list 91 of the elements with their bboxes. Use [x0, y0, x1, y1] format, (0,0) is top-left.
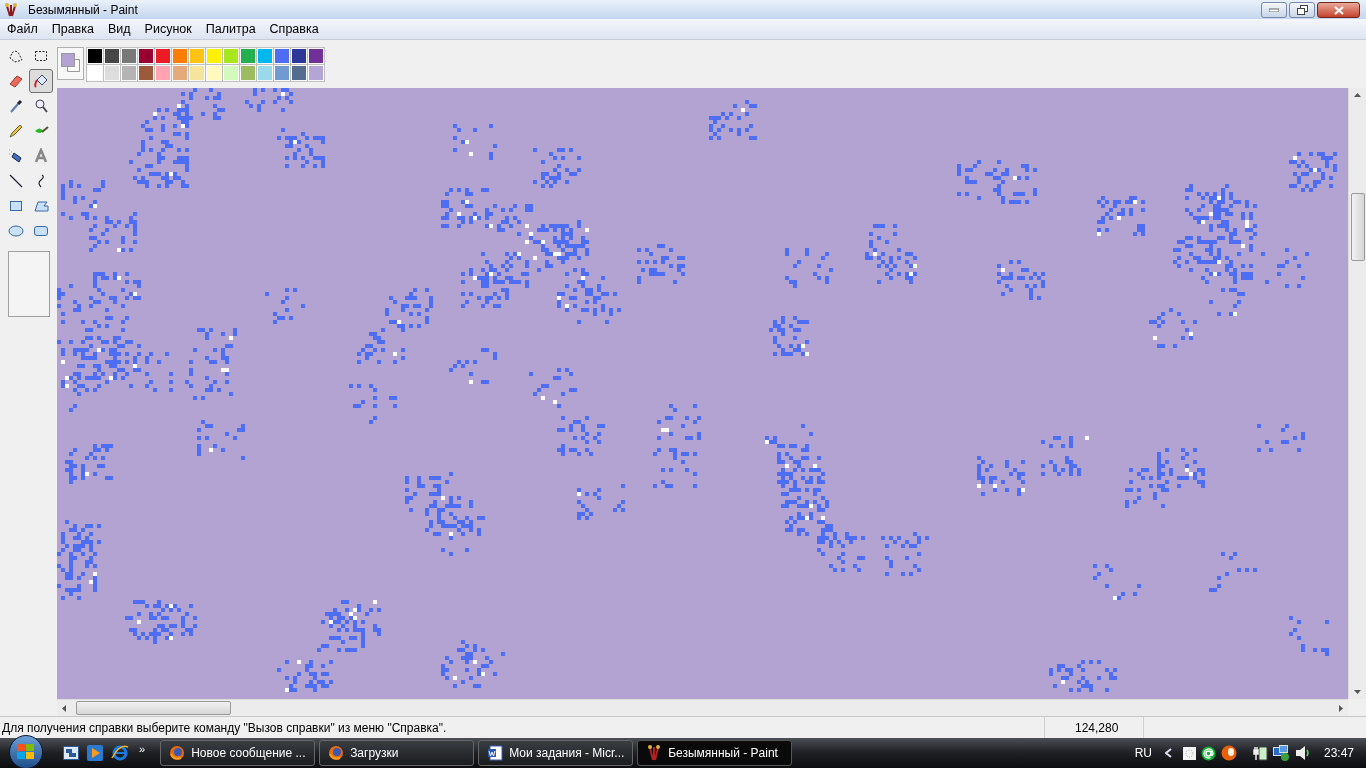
menu-item[interactable]: Файл	[0, 19, 45, 39]
paint-bucket-icon	[33, 73, 49, 89]
cursor-coordinates: 124,280	[1075, 719, 1119, 737]
pencil-icon	[7, 123, 24, 139]
taskbar-button[interactable]: Новое сообщение ...	[160, 740, 316, 766]
color-swatch[interactable]	[155, 65, 171, 81]
clock[interactable]: 23:47	[1323, 744, 1354, 762]
menu-item[interactable]: Палитра	[198, 19, 263, 39]
eraser-icon	[7, 73, 24, 89]
speaker-icon[interactable]	[1294, 745, 1311, 761]
at-sign-icon[interactable]	[1200, 745, 1216, 761]
eyedropper-icon	[7, 98, 24, 114]
media-player-icon[interactable]	[87, 745, 103, 761]
color-swatch[interactable]	[138, 48, 154, 64]
rectangle-icon	[7, 198, 24, 214]
internet-explorer-icon[interactable]	[111, 745, 129, 761]
taskbar-button[interactable]: Безымянный - Paint	[637, 740, 793, 766]
taskbar-button[interactable]: Мои задания - Micr...	[478, 740, 634, 766]
firefox-icon	[169, 745, 186, 761]
ellipse-icon	[7, 223, 24, 239]
scroll-right-icon[interactable]	[1339, 704, 1343, 712]
color-swatch[interactable]	[308, 65, 324, 81]
tray-app-icon[interactable]	[1182, 746, 1196, 760]
scrollbar-thumb[interactable]	[1350, 193, 1365, 261]
letter-a-icon	[33, 148, 49, 164]
menu-item[interactable]: Рисунок	[137, 19, 199, 39]
color-swatch[interactable]	[172, 48, 188, 64]
line-icon	[7, 173, 24, 189]
color-swatch[interactable]	[240, 48, 256, 64]
color-swatch[interactable]	[172, 65, 188, 81]
ball-icon[interactable]	[1220, 745, 1237, 761]
show-desktop-icon[interactable]	[63, 746, 79, 760]
tool-button[interactable]	[29, 69, 53, 93]
magnifier-icon	[33, 98, 49, 114]
taskbar-button[interactable]: Загрузки	[319, 740, 475, 766]
free-select-icon	[7, 48, 24, 64]
firefox-icon	[328, 745, 345, 761]
color-swatch[interactable]	[104, 48, 120, 64]
color-swatch[interactable]	[240, 65, 256, 81]
color-swatch[interactable]	[121, 48, 137, 64]
language-indicator[interactable]: RU	[1134, 744, 1152, 762]
color-swatch[interactable]	[223, 65, 239, 81]
windows-logo-icon	[17, 744, 35, 760]
color-swatch[interactable]	[223, 48, 239, 64]
scroll-up-icon[interactable]	[1354, 93, 1361, 97]
color-swatch[interactable]	[308, 48, 324, 64]
color-swatch[interactable]	[257, 48, 273, 64]
menu-item[interactable]: Вид	[100, 19, 138, 39]
status-help-text: Для получения справки выберите команду "Вызов справки" из меню "Справка".	[1, 719, 448, 737]
word-document-icon	[487, 745, 504, 761]
minimize-icon	[1269, 8, 1279, 12]
foreground-color-swatch[interactable]	[61, 53, 75, 67]
horizontal-scrollbar[interactable]	[57, 699, 1348, 716]
color-swatch[interactable]	[104, 65, 120, 81]
restore-icon	[1296, 5, 1308, 15]
color-swatch[interactable]	[206, 65, 222, 81]
scroll-down-icon[interactable]	[1354, 690, 1361, 694]
power-plug-icon[interactable]	[1251, 745, 1268, 761]
paint-brushes-icon	[4, 2, 18, 17]
menu-item[interactable]: Справка	[262, 19, 326, 39]
scrollbar-thumb[interactable]	[76, 701, 231, 715]
restore-button[interactable]	[1289, 2, 1315, 18]
color-swatch[interactable]	[87, 48, 103, 64]
show-hidden-icons-icon[interactable]	[1164, 748, 1172, 758]
color-swatch[interactable]	[291, 65, 307, 81]
color-swatch[interactable]	[274, 65, 290, 81]
start-button[interactable]	[9, 735, 43, 768]
vertical-scrollbar[interactable]	[1348, 88, 1366, 699]
color-swatch[interactable]	[206, 48, 222, 64]
window-title: Безымянный - Paint	[28, 1, 138, 19]
quick-launch-overflow[interactable]: »	[139, 740, 146, 758]
network-icon[interactable]	[1272, 745, 1290, 761]
color-swatch[interactable]	[87, 65, 103, 81]
paint-brushes-icon	[646, 745, 663, 761]
color-swatch[interactable]	[257, 65, 273, 81]
menu-item[interactable]: Правка	[44, 19, 101, 39]
color-swatch[interactable]	[274, 48, 290, 64]
close-icon	[1333, 5, 1344, 15]
rounded-rectangle-icon	[33, 223, 49, 239]
color-swatch[interactable]	[189, 48, 205, 64]
color-swatch[interactable]	[189, 65, 205, 81]
select-icon	[33, 48, 49, 64]
scroll-left-icon[interactable]	[62, 704, 66, 712]
color-swatch[interactable]	[291, 48, 307, 64]
color-swatch[interactable]	[155, 48, 171, 64]
spray-can-icon	[7, 148, 24, 164]
color-swatch[interactable]	[121, 65, 137, 81]
close-button[interactable]	[1317, 2, 1360, 18]
polygon-icon	[33, 198, 49, 214]
color-swatch[interactable]	[138, 65, 154, 81]
tool-options-panel	[7, 251, 50, 317]
